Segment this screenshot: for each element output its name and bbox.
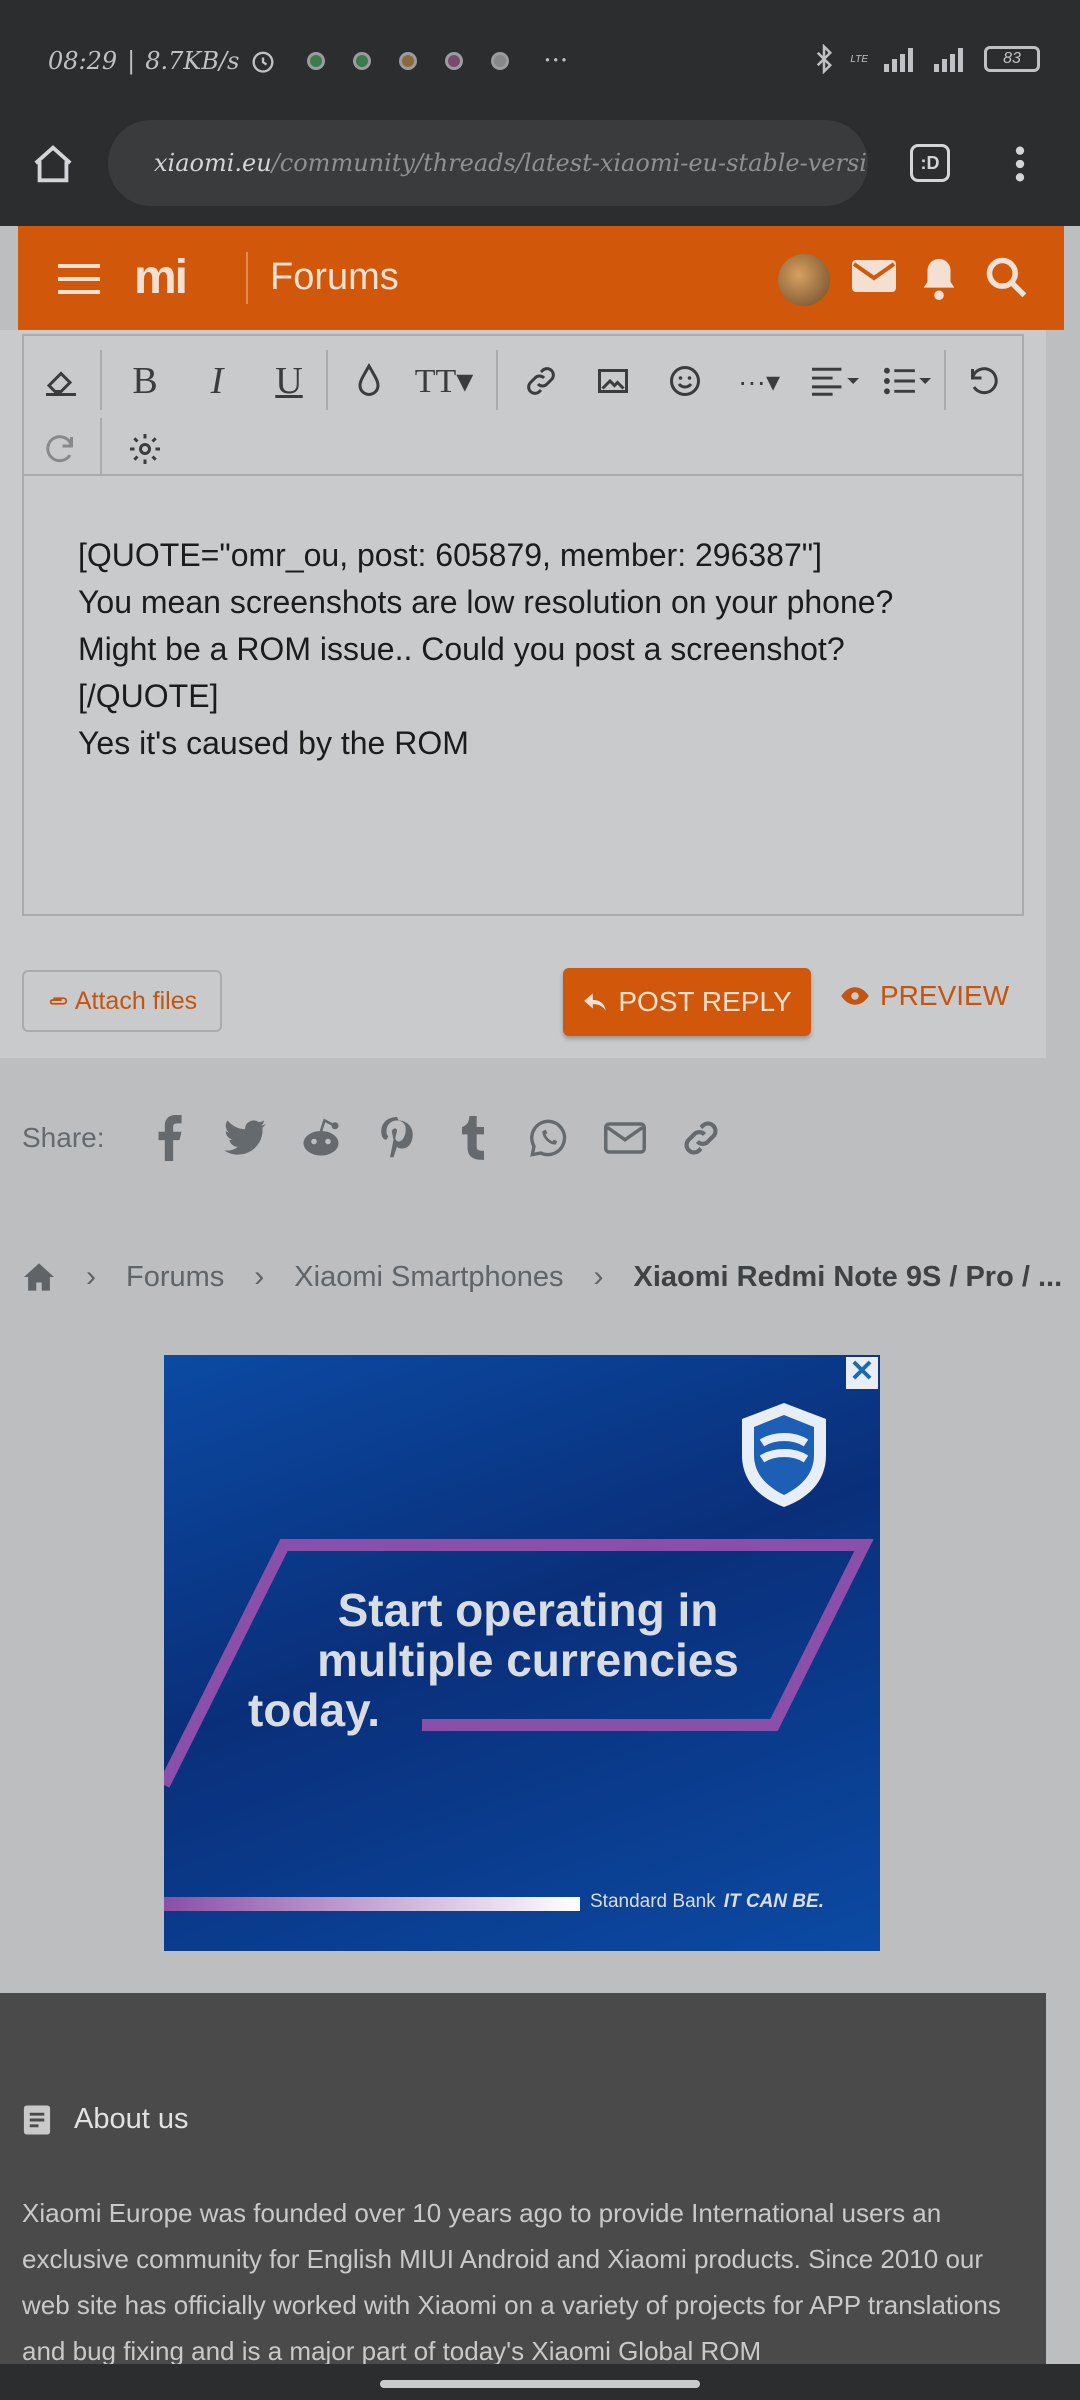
close-icon[interactable]: ✕ <box>846 1357 878 1389</box>
reply-panel: B I U TT▾ ···▾ [QUOTE="omr_ou, post: 605… <box>0 330 1046 1058</box>
breadcrumb-forums[interactable]: Forums <box>126 1261 224 1294</box>
home-icon[interactable] <box>30 142 76 188</box>
share-bar: Share: <box>22 1110 739 1166</box>
bell-icon[interactable] <box>916 254 962 302</box>
ad-brand: Standard Bank IT CAN BE. <box>590 1891 824 1912</box>
status-right: LTE 83 <box>814 44 1040 74</box>
about-us-text: Xiaomi Europe was founded over 10 years … <box>22 2198 1001 2366</box>
more-options-icon[interactable]: ···▾ <box>724 354 794 408</box>
notification-icon <box>307 52 326 70</box>
browser-toolbar: xiaomi.eu/community/threads/latest-xiaom… <box>0 120 1080 226</box>
whatsapp-icon[interactable] <box>511 1110 587 1166</box>
pinterest-icon[interactable] <box>359 1110 435 1166</box>
menu-icon[interactable] <box>58 262 100 296</box>
gesture-handle[interactable] <box>380 2380 700 2388</box>
network-type-label: LTE <box>850 53 868 65</box>
attach-files-button[interactable]: Attach files <box>22 970 222 1032</box>
status-left: 08:29 | 8.7KB/s ··· <box>48 46 569 76</box>
emoji-icon[interactable] <box>658 354 712 408</box>
reddit-icon[interactable] <box>283 1110 359 1166</box>
eraser-icon[interactable] <box>34 354 88 408</box>
editor-toolbar: B I U TT▾ ···▾ <box>22 334 1024 478</box>
status-bar: 08:29 | 8.7KB/s ··· LTE 83 <box>0 0 1080 120</box>
image-icon[interactable] <box>586 354 640 408</box>
chevron-right-icon: › <box>593 1260 604 1293</box>
editor-line: [/QUOTE] <box>78 678 219 714</box>
page-title[interactable]: Forums <box>270 256 399 299</box>
paperclip-icon <box>49 997 67 1005</box>
chevron-right-icon: › <box>254 1260 265 1293</box>
standard-bank-logo <box>742 1403 826 1507</box>
undo-icon[interactable] <box>956 354 1010 408</box>
post-reply-button[interactable]: POST REPLY <box>563 968 811 1036</box>
breadcrumb-xiaomi-smartphones[interactable]: Xiaomi Smartphones <box>294 1261 563 1294</box>
bluetooth-icon <box>817 44 833 74</box>
status-net-speed: 8.7KB/s <box>145 47 240 75</box>
search-icon[interactable] <box>984 254 1028 300</box>
more-vert-icon[interactable] <box>1010 144 1030 184</box>
reply-icon <box>584 993 607 1011</box>
footer: About us Xiaomi Europe was founded over … <box>0 1993 1046 2400</box>
address-bar[interactable]: xiaomi.eu/community/threads/latest-xiaom… <box>108 120 868 206</box>
signal-icon <box>884 48 913 72</box>
font-size-icon[interactable]: TT▾ <box>404 354 484 408</box>
status-time: 08:29 <box>48 47 118 75</box>
ad-headline: Start operating in multiple currencies t… <box>248 1584 739 1736</box>
editor-line: Might be a ROM issue.. Could you post a … <box>78 631 845 667</box>
link-icon[interactable] <box>514 354 568 408</box>
twitter-icon[interactable] <box>207 1110 283 1166</box>
align-icon[interactable] <box>804 354 870 408</box>
system-nav-bar <box>0 2364 1080 2400</box>
notification-icon <box>445 52 464 70</box>
header-divider <box>246 252 248 304</box>
preview-label: PREVIEW <box>880 980 1010 1011</box>
share-label: Share: <box>22 1122 105 1153</box>
email-icon[interactable] <box>587 1110 663 1166</box>
list-icon[interactable] <box>876 354 942 408</box>
more-notifications-icon: ··· <box>543 46 569 76</box>
notification-icon <box>491 52 510 70</box>
home-icon[interactable] <box>22 1262 56 1292</box>
editor-line: You mean screenshots are low resolution … <box>78 584 894 620</box>
tumblr-icon[interactable] <box>435 1110 511 1166</box>
breadcrumb: › Forums › Xiaomi Smartphones › Xiaomi R… <box>22 1260 1062 1294</box>
about-us-heading: About us <box>22 2103 188 2136</box>
advertisement[interactable]: ✕ Start operating in multiple currencies… <box>164 1355 880 1951</box>
forum-header: mi Forums <box>18 226 1064 330</box>
alarm-icon <box>252 51 274 73</box>
avatar[interactable] <box>778 254 830 306</box>
attach-files-label: Attach files <box>74 986 198 1015</box>
bold-icon[interactable]: B <box>118 354 172 408</box>
link-icon[interactable] <box>663 1110 739 1166</box>
document-icon <box>23 2104 51 2135</box>
redo-icon[interactable] <box>34 422 88 476</box>
eye-icon <box>841 987 869 1005</box>
url-text: xiaomi.eu/community/threads/latest-xiaom… <box>154 149 868 177</box>
battery-indicator: 83 <box>984 46 1040 72</box>
gear-icon[interactable] <box>118 422 172 476</box>
facebook-icon[interactable] <box>131 1110 207 1166</box>
editor-line: [QUOTE="omr_ou, post: 605879, member: 29… <box>78 537 822 573</box>
editor-line: Yes it's caused by the ROM <box>78 725 469 761</box>
tab-switcher-button[interactable]: :D <box>910 144 950 182</box>
notification-icon <box>399 52 418 70</box>
mail-icon[interactable] <box>850 254 898 298</box>
text-color-icon[interactable] <box>342 354 396 408</box>
preview-button[interactable]: PREVIEW <box>840 980 1009 1012</box>
message-editor[interactable]: [QUOTE="omr_ou, post: 605879, member: 29… <box>22 474 1024 916</box>
notification-icon <box>353 52 372 70</box>
italic-icon[interactable]: I <box>190 354 244 408</box>
signal-icon <box>934 48 963 72</box>
underline-icon[interactable]: U <box>262 354 316 408</box>
mi-logo[interactable]: mi <box>134 250 188 305</box>
chevron-right-icon: › <box>86 1260 96 1293</box>
breadcrumb-current[interactable]: Xiaomi Redmi Note 9S / Pro / ... <box>633 1261 1062 1294</box>
post-reply-label: POST REPLY <box>618 986 792 1017</box>
